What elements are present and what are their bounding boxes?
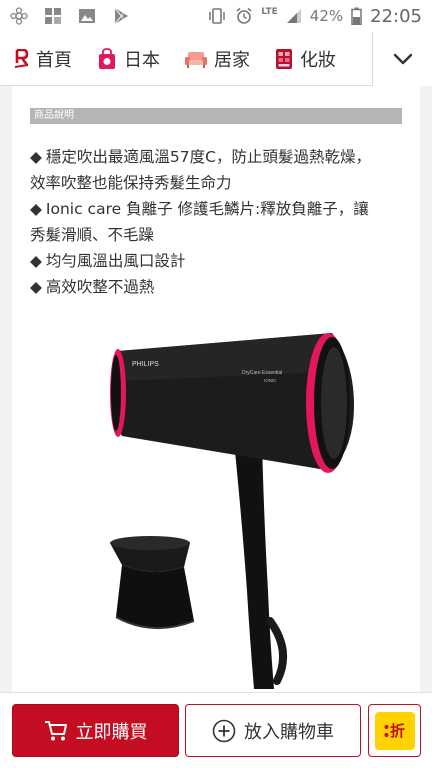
feature-line: ◆ 均勻風溫出風口設計 [30,252,186,270]
nav-more-button[interactable] [372,31,432,86]
vibrate-icon [209,8,225,24]
nav-label-home-living: 居家 [214,49,250,71]
feature-line: ◆ 穩定吹出最適風溫57度C，防止頭髮過熱乾燥， [30,148,371,166]
signal-icon [286,9,301,23]
brand-logo-text: PHILIPS [132,361,159,368]
section-label: 商品說明 [30,108,402,124]
clock-time: 22:05 [370,5,422,27]
feature-list: ◆ 穩定吹出最適風溫57度C，防止頭髮過熱乾燥， 效率吹整也能保持秀髮生命力 ◆ I… [30,144,410,300]
chevron-down-icon [393,53,412,64]
model-line-text: DryCare Essential [242,370,282,376]
bullet-diamond: ◆ [30,278,42,296]
cosmetics-palette-icon [276,48,292,69]
add-to-cart-label: 放入購物車 [244,721,334,743]
nav-item-home[interactable]: 首頁 [0,32,84,86]
hair-dryer-product-image: PHILIPS DryCare Essential IONIC [110,333,354,689]
product-description-card: 商品說明 ◆ 穩定吹出最適風溫57度C，防止頭髮過熱乾燥， 效率吹整也能保持秀髮生… [12,86,420,692]
feature-line: 秀髮滑順、不毛躁 [30,226,155,244]
category-nav: 首頁 日本 居家 化妝 [0,31,432,86]
nav-item-home-living[interactable]: 居家 [172,32,262,86]
colon-dots-icon [384,724,389,737]
system-status: LTE 42% 22:05 [207,6,422,27]
feature-line: ◆ 高效吹整不過熱 [30,278,155,296]
ionic-text: IONIC [264,378,277,383]
feature-line: ◆ Ionic care 負離子 修護毛鱗片:釋放負離子，讓 [30,200,369,218]
sofa-icon [185,51,207,68]
status-bar: LTE 42% 22:05 [0,0,432,32]
nav-label-japan: 日本 [124,49,160,71]
play-store-icon [114,7,128,25]
discount-label: 折 [389,722,405,740]
buy-now-button[interactable]: 立即購買 [12,704,179,757]
battery-icon [351,7,362,25]
discount-badge: 折 [374,711,415,750]
nav-label-cosmetics: 化妝 [300,49,336,71]
battery-percentage: 42% [309,7,344,25]
plus-circle-icon [212,719,236,742]
network-type: LTE [261,7,278,17]
feature-line: 效率吹整也能保持秀髮生命力 [30,174,232,192]
content-area[interactable]: 商品說明 ◆ 穩定吹出最適風溫57度C，防止頭髮過熱乾燥， 效率吹整也能保持秀髮生… [0,86,432,692]
nav-label-home: 首頁 [36,49,72,71]
grid-app-icon [45,8,61,24]
bullet-diamond: ◆ [30,200,42,218]
nav-item-japan[interactable]: 日本 [84,32,172,86]
rakuten-r-icon [14,48,29,68]
nav-item-cosmetics[interactable]: 化妝 [262,32,348,86]
image-icon [79,9,95,23]
cart-icon [44,720,67,740]
bottom-action-bar: 立即購買 放入購物車 折 [0,692,432,768]
notification-icons [10,7,130,25]
discount-button[interactable]: 折 [368,704,421,757]
bullet-diamond: ◆ [30,252,42,270]
alarm-icon [236,7,252,24]
bullet-diamond: ◆ [30,148,42,166]
japan-bag-icon [99,47,115,69]
settings-flower-icon [10,7,28,25]
buy-now-label: 立即購買 [75,721,148,743]
add-to-cart-button[interactable]: 放入購物車 [185,704,361,757]
